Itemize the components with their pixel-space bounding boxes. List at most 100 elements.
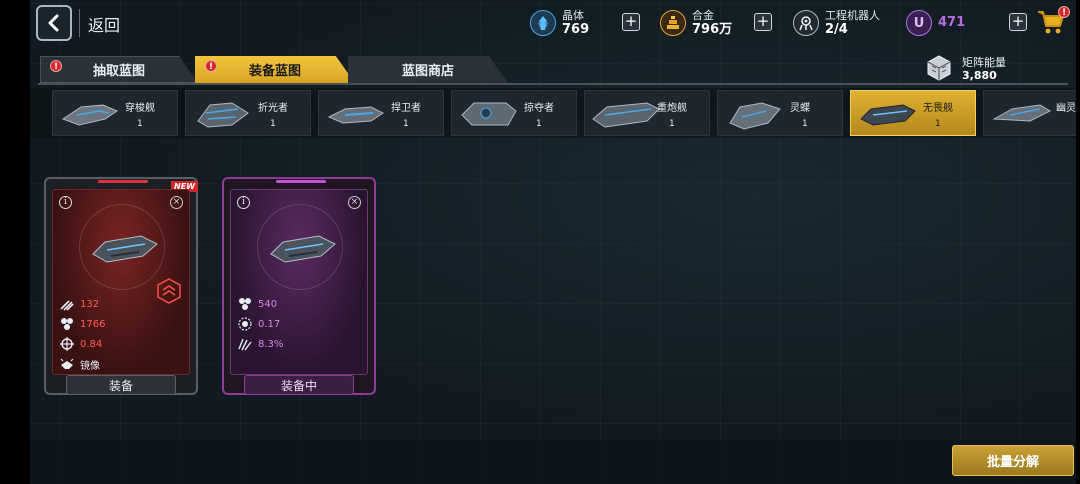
cluster-icon: [61, 318, 73, 330]
speed-icon: [60, 300, 74, 311]
bottom-band: [30, 440, 1076, 484]
add-crystal-button[interactable]: +: [622, 13, 640, 31]
blueprint-card[interactable]: NEW i × 132 1766 0.84 镜像 装备: [44, 177, 198, 395]
ship-name: 折光者: [258, 103, 288, 114]
info-icon[interactable]: i: [59, 196, 72, 209]
ship-icon: [461, 102, 517, 126]
card-rarity-bar: [98, 180, 148, 183]
stat-value: 0.84: [80, 338, 103, 350]
ship-selector: 穿梭舰 1 折光者 1 捍卫者 1 掠夺者 1 重炮舰 1 灵蝶 1 无畏舰 1…: [30, 88, 1076, 138]
right-black-strip: [1076, 0, 1080, 484]
stat-value: 0.17: [258, 318, 281, 330]
claw-icon: [238, 338, 252, 351]
add-alloy-button[interactable]: +: [754, 13, 772, 31]
tab-draw-blueprint-label: 抽取蓝图: [92, 64, 145, 79]
back-label[interactable]: 返回: [88, 12, 120, 36]
resource-crystal: 晶体 769: [530, 6, 589, 40]
ship-name: 掠夺者: [524, 103, 554, 114]
crosshair-icon: [60, 337, 74, 351]
robot-icon: [793, 10, 819, 36]
cluster-icon: [239, 298, 251, 310]
resource-u-currency: U 471: [906, 6, 965, 40]
info-icon[interactable]: i: [237, 196, 250, 209]
stat-row: 540: [237, 296, 277, 312]
ship-count: 1: [403, 119, 409, 129]
rank-chevron-icon: [157, 278, 181, 304]
stat-value: 1766: [80, 318, 106, 330]
stat-row: 0.17: [237, 316, 280, 332]
robot-value: 2/4: [825, 22, 848, 37]
stat-row: 132: [59, 296, 99, 312]
alloy-label: 合金: [692, 9, 714, 22]
ship-item[interactable]: 灵蝶 1: [717, 90, 843, 136]
alloy-value: 796万: [692, 22, 733, 37]
resource-alloy: 合金 796万: [660, 6, 732, 40]
u-currency-value: 471: [938, 15, 966, 30]
ship-name: 灵蝶: [790, 103, 810, 114]
mirror-icon: [60, 358, 74, 369]
matrix-energy: 矩阵能量 3,880: [922, 53, 1072, 83]
tab-draw-blueprint[interactable]: 抽取蓝图 !: [40, 56, 198, 83]
ship-icon: [197, 102, 249, 128]
card-body: i × 132 1766 0.84 镜像: [52, 189, 190, 375]
ship-name: 捍卫者: [391, 103, 421, 114]
batch-disassemble-button[interactable]: 批量分解: [952, 445, 1074, 476]
stat-value: 镜像: [80, 360, 100, 372]
tab-draw-alert-badge: !: [50, 60, 62, 72]
resource-robot: 工程机器人 2/4: [793, 6, 880, 40]
matrix-energy-value: 3,880: [962, 69, 997, 82]
stat-row: 镜像: [59, 356, 100, 372]
robot-label: 工程机器人: [825, 9, 880, 22]
close-icon[interactable]: ×: [348, 196, 361, 209]
u-currency-icon: U: [906, 10, 932, 36]
ship-icon: [61, 104, 119, 126]
ship-item[interactable]: 折光者 1: [185, 90, 311, 136]
add-u-currency-button[interactable]: +: [1009, 13, 1027, 31]
ship-icon: [729, 102, 781, 130]
blueprint-card-equipped[interactable]: i × 540 0.17 8.3% 装备中: [222, 177, 376, 395]
tab-equip-blueprint-label: 装备蓝图: [248, 64, 301, 79]
crystal-value: 769: [562, 22, 590, 37]
ship-item[interactable]: 重炮舰 1: [584, 90, 710, 136]
card-body: i × 540 0.17 8.3%: [230, 189, 368, 375]
stat-row: 1766: [59, 316, 105, 332]
ship-item[interactable]: 幽灵: [983, 90, 1076, 136]
ship-count: 1: [935, 119, 941, 129]
shop-cart-button[interactable]: !: [1036, 6, 1070, 38]
stat-row: 8.3%: [237, 336, 283, 352]
ship-item[interactable]: 捍卫者 1: [318, 90, 444, 136]
matrix-energy-label: 矩阵能量: [962, 56, 1006, 69]
tab-blueprint-shop[interactable]: 蓝图商店: [348, 56, 508, 83]
tab-equip-alert-badge: !: [205, 60, 217, 72]
equipped-button[interactable]: 装备中: [244, 375, 354, 395]
crystal-icon: [530, 10, 556, 36]
tab-equip-blueprint[interactable]: 装备蓝图 !: [195, 56, 355, 83]
tab-blueprint-shop-label: 蓝图商店: [401, 64, 454, 79]
ship-icon: [592, 102, 660, 128]
ship-count: 1: [536, 119, 542, 129]
equip-button[interactable]: 装备: [66, 375, 176, 395]
ship-count: 1: [669, 119, 675, 129]
ship-item-selected[interactable]: 无畏舰 1: [850, 90, 976, 136]
stat-value: 540: [258, 298, 278, 310]
ship-name: 穿梭舰: [125, 103, 155, 114]
ship-count: 1: [802, 119, 808, 129]
ship-icon: [860, 104, 916, 126]
ship-name: 幽灵: [1056, 103, 1076, 114]
ship-name: 重炮舰: [657, 103, 687, 114]
ship-count: 1: [270, 119, 276, 129]
card-rarity-bar: [276, 180, 326, 183]
close-icon[interactable]: ×: [170, 196, 183, 209]
ship-icon: [270, 235, 336, 263]
back-divider: [79, 9, 80, 37]
ship-icon: [992, 104, 1052, 122]
crystal-label: 晶体: [562, 9, 584, 22]
tabs-underline: [38, 83, 1068, 85]
ship-item[interactable]: 掠夺者 1: [451, 90, 577, 136]
chevron-left-icon: [48, 14, 59, 32]
stat-value: 8.3%: [258, 338, 284, 350]
back-button[interactable]: [36, 5, 72, 41]
matrix-cube-icon: [927, 55, 951, 81]
ship-item[interactable]: 穿梭舰 1: [52, 90, 178, 136]
alloy-icon: [660, 10, 686, 36]
